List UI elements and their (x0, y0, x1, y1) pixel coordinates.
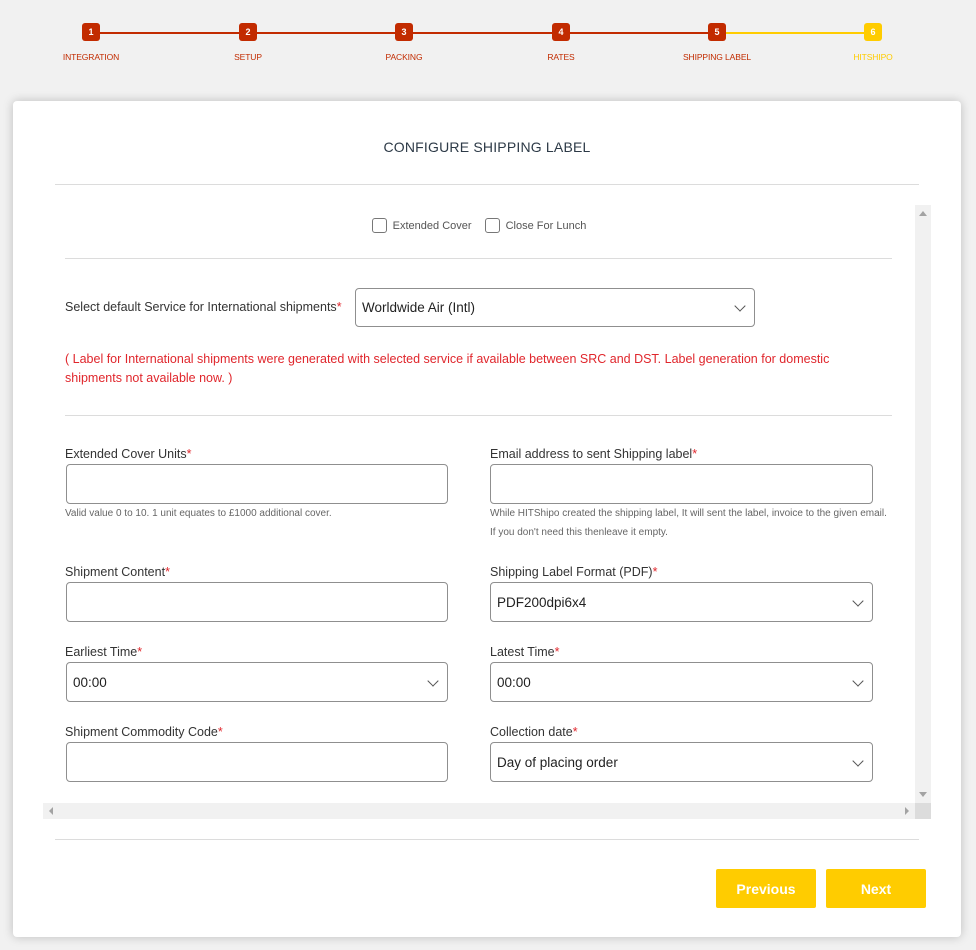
step-label: HITSHIPO (853, 52, 893, 62)
label-text: Email address to sent Shipping label (490, 447, 693, 461)
progress-stepper: 1 INTEGRATION 2 SETUP 3 PACKING 4 RATES … (0, 0, 976, 90)
required-mark: * (137, 645, 143, 659)
extended-cover-units-label: Extended Cover Units* (65, 447, 191, 461)
email-input[interactable] (490, 464, 873, 504)
label-format-label: Shipping Label Format (PDF)* (490, 565, 657, 579)
step-number: 5 (708, 23, 726, 41)
checkbox-label: Close For Lunch (505, 219, 587, 232)
previous-button[interactable]: Previous (716, 869, 816, 908)
checkbox-box[interactable] (371, 218, 387, 233)
scroll-down-arrow-icon[interactable] (919, 792, 927, 797)
select-value: Day of placing order (497, 755, 618, 770)
checkbox-label: Extended Cover (392, 219, 472, 232)
chevron-down-icon (852, 595, 864, 607)
label-text: Latest Time (490, 645, 555, 659)
step-number: 6 (864, 23, 882, 41)
step-number: 2 (239, 23, 257, 41)
label-text: Collection date (490, 725, 573, 739)
scroll-left-arrow-icon[interactable] (49, 807, 53, 815)
select-value: 00:00 (73, 675, 107, 690)
shipment-content-input[interactable] (66, 582, 448, 622)
step-label: PACKING (385, 52, 423, 62)
select-value: 00:00 (497, 675, 531, 690)
commodity-code-input[interactable] (66, 742, 448, 782)
chevron-down-icon (852, 755, 864, 767)
chevron-down-icon (852, 675, 864, 687)
horizontal-scrollbar[interactable] (43, 803, 915, 819)
required-mark: * (554, 645, 560, 659)
vertical-scrollbar[interactable] (915, 205, 931, 803)
label-text: Shipment Content (65, 565, 166, 579)
close-for-lunch-checkbox[interactable]: Close For Lunch (484, 218, 587, 233)
label-text: Shipment Commodity Code (65, 725, 218, 739)
step-number: 4 (552, 23, 570, 41)
extended-cover-units-help: Valid value 0 to 10. 1 unit equates to £… (65, 508, 332, 519)
step-label: SHIPPING LABEL (682, 52, 752, 62)
label-format-select[interactable]: PDF200dpi6x4 (490, 582, 873, 622)
email-label: Email address to sent Shipping label* (490, 447, 697, 461)
form-scroll-area[interactable]: Extended Cover Close For Lunch Select de… (43, 205, 931, 819)
email-help: While HITShipo created the shipping labe… (490, 508, 887, 538)
service-note: ( Label for International shipments were… (65, 352, 830, 385)
service-label: Select default Service for International… (65, 300, 342, 314)
shipment-content-label: Shipment Content* (65, 565, 170, 579)
step-number: 3 (395, 23, 413, 41)
scroll-right-arrow-icon[interactable] (905, 807, 909, 815)
commodity-code-label: Shipment Commodity Code* (65, 725, 223, 739)
step-number: 1 (82, 23, 100, 41)
latest-time-select[interactable]: 00:00 (490, 662, 873, 702)
step-label: SETUP (234, 52, 262, 62)
required-mark: * (572, 725, 578, 739)
scrollbar-corner (915, 803, 931, 819)
required-mark: * (692, 447, 698, 461)
required-mark: * (186, 447, 192, 461)
step-label: INTEGRATION (62, 52, 120, 62)
service-label-text: Select default Service for International… (65, 300, 337, 314)
select-value: PDF200dpi6x4 (497, 595, 587, 610)
page-title: CONFIGURE SHIPPING LABEL (383, 139, 591, 155)
chevron-down-icon (427, 675, 439, 687)
service-select-value: Worldwide Air (Intl) (362, 300, 476, 315)
footer-divider (55, 839, 919, 840)
label-text: Extended Cover Units (65, 447, 187, 461)
collection-date-label: Collection date* (490, 725, 578, 739)
required-mark: * (217, 725, 223, 739)
chevron-down-icon (734, 300, 746, 312)
required-mark: * (165, 565, 170, 579)
label-text: Shipping Label Format (PDF) (490, 565, 653, 579)
label-text: Earliest Time (65, 645, 138, 659)
configure-card: CONFIGURE SHIPPING LABEL Extended Cover … (13, 101, 961, 937)
title-divider (55, 184, 919, 185)
divider (65, 415, 892, 416)
extended-cover-units-input[interactable] (66, 464, 448, 504)
required-mark: * (652, 565, 658, 579)
next-button[interactable]: Next (826, 869, 926, 908)
step-label: RATES (547, 52, 575, 62)
extended-cover-checkbox[interactable]: Extended Cover (371, 218, 472, 233)
service-select[interactable]: Worldwide Air (Intl) (355, 288, 755, 327)
required-mark: * (336, 300, 342, 314)
earliest-time-select[interactable]: 00:00 (66, 662, 448, 702)
earliest-time-label: Earliest Time* (65, 645, 142, 659)
options-row: Extended Cover Close For Lunch (43, 218, 915, 236)
step-connector-pending (717, 32, 873, 34)
divider (65, 258, 892, 259)
collection-date-select[interactable]: Day of placing order (490, 742, 873, 782)
latest-time-label: Latest Time* (490, 645, 560, 659)
scroll-up-arrow-icon[interactable] (919, 211, 927, 216)
checkbox-box[interactable] (484, 218, 500, 233)
